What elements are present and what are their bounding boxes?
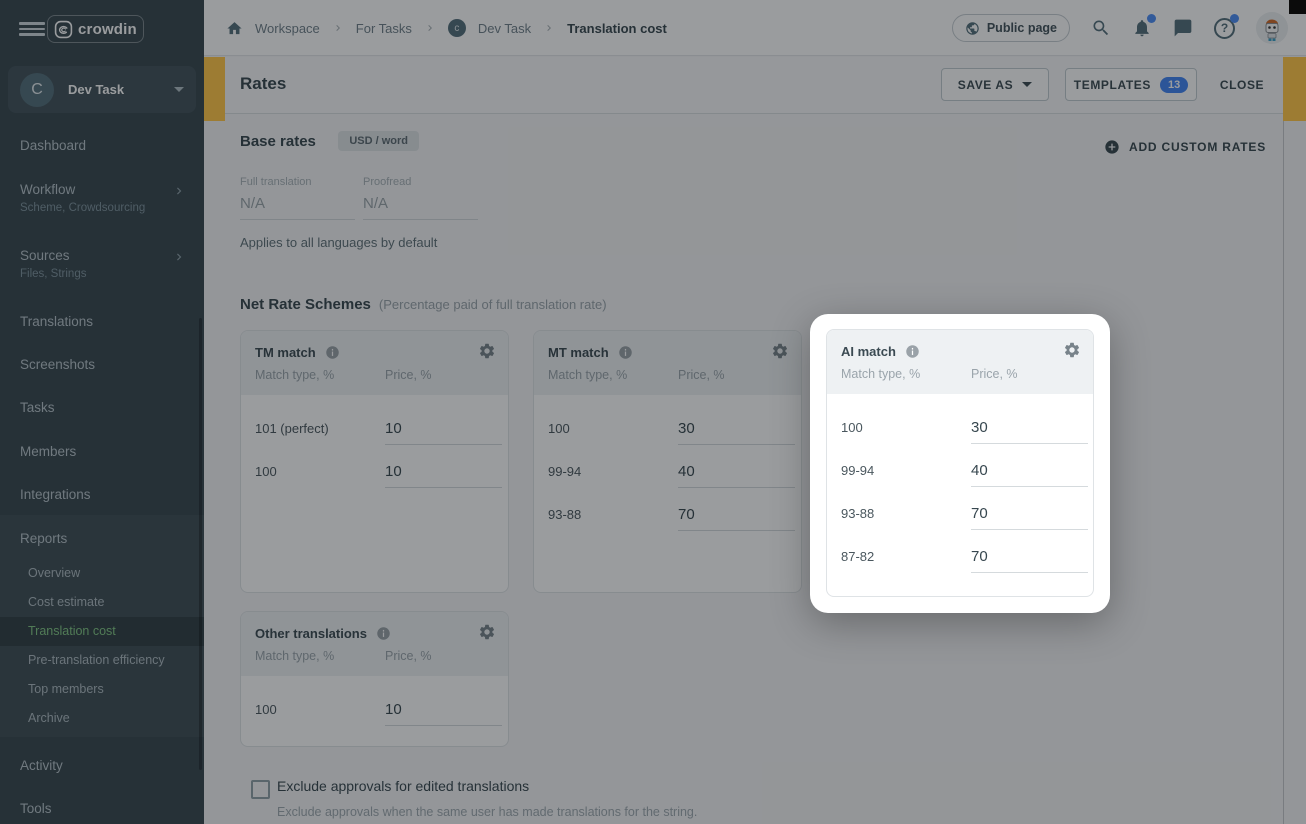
match-type: 93-88 <box>841 506 874 521</box>
match-type: 100 <box>841 420 863 435</box>
column-price: Price, % <box>971 367 1018 381</box>
cursor-artifact <box>1289 0 1306 14</box>
card-title: AI match <box>841 344 896 359</box>
gold-accent-left <box>204 57 225 121</box>
ai-match-spotlight: AI match Match type, % Price, % 100 30 9… <box>810 314 1110 613</box>
rate-row: 87-82 70 <box>827 537 1093 580</box>
match-type: 99-94 <box>841 463 874 478</box>
column-match-type: Match type, % <box>841 367 971 381</box>
rate-row: 93-88 70 <box>827 494 1093 537</box>
card-header: AI match Match type, % Price, % <box>827 330 1093 394</box>
modal-dim-overlay[interactable] <box>0 0 1306 824</box>
price-input[interactable]: 40 <box>971 455 1088 487</box>
gear-icon[interactable] <box>1063 341 1081 359</box>
gold-accent-right <box>1283 57 1306 121</box>
rate-row: 100 30 <box>827 408 1093 451</box>
price-input[interactable]: 30 <box>971 412 1088 444</box>
ai-match-card: AI match Match type, % Price, % 100 30 9… <box>826 329 1094 597</box>
info-icon[interactable] <box>905 344 920 359</box>
match-type: 87-82 <box>841 549 874 564</box>
price-input[interactable]: 70 <box>971 498 1088 530</box>
price-input[interactable]: 70 <box>971 541 1088 573</box>
rate-row: 99-94 40 <box>827 451 1093 494</box>
